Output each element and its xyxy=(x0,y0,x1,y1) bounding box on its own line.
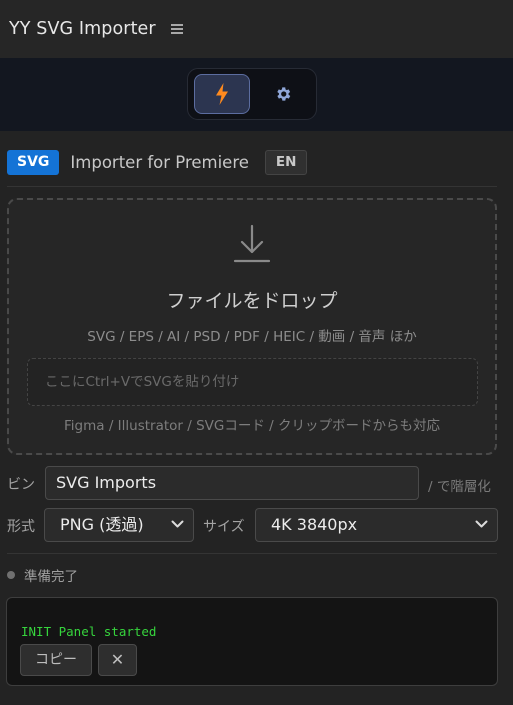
importer-subtitle: Importer for Premiere xyxy=(70,152,249,172)
copy-log-button[interactable]: コピー xyxy=(20,644,92,676)
size-select[interactable]: 4K 3840px xyxy=(255,508,498,542)
settings-mode-button[interactable] xyxy=(255,74,311,114)
status-row: 準備完了 xyxy=(7,566,78,585)
gear-icon xyxy=(277,87,291,101)
hamburger-menu-icon[interactable] xyxy=(170,23,185,35)
log-panel: INIT Panel started コピー ✕ xyxy=(6,597,498,686)
mode-switch xyxy=(187,68,317,120)
format-select-value: PNG (透過) xyxy=(60,515,144,534)
supported-formats: SVG / EPS / AI / PSD / PDF / HEIC / 動画 /… xyxy=(87,329,417,345)
size-label: サイズ xyxy=(203,519,245,535)
app-title: YY SVG Importer xyxy=(9,19,156,39)
download-arrow-icon xyxy=(233,224,271,263)
import-mode-button[interactable] xyxy=(194,74,250,114)
header-divider xyxy=(7,186,497,187)
drop-title: ファイルをドロップ xyxy=(166,290,338,312)
chevron-down-icon xyxy=(171,520,184,528)
bin-label: ビン xyxy=(7,477,35,493)
status-dot xyxy=(7,571,15,579)
format-label: 形式 xyxy=(7,519,35,535)
lightning-bolt-icon xyxy=(216,83,228,105)
settings-divider xyxy=(7,553,497,554)
mode-bar xyxy=(0,58,513,131)
header-row: SVG Importer for Premiere EN xyxy=(7,149,308,175)
file-drop-zone[interactable]: ファイルをドロップ SVG / EPS / AI / PSD / PDF / H… xyxy=(7,198,497,455)
svg-badge: SVG xyxy=(7,149,60,175)
format-select[interactable]: PNG (透過) xyxy=(44,508,194,542)
clear-log-button[interactable]: ✕ xyxy=(98,644,137,676)
size-select-value: 4K 3840px xyxy=(271,515,358,534)
svg-paste-area[interactable]: ここにCtrl+VでSVGを貼り付け xyxy=(27,358,478,406)
bin-hierarchy-hint: / で階層化 xyxy=(428,479,491,495)
bin-name-input[interactable]: SVG Imports xyxy=(45,466,419,500)
language-button[interactable]: EN xyxy=(264,149,308,175)
status-text: 準備完了 xyxy=(24,569,78,585)
supported-sources: Figma / Illustrator / SVGコード / クリップボードから… xyxy=(64,418,440,434)
log-line: INIT Panel started xyxy=(21,624,157,639)
title-bar: YY SVG Importer xyxy=(0,0,513,58)
chevron-down-icon xyxy=(475,520,488,528)
